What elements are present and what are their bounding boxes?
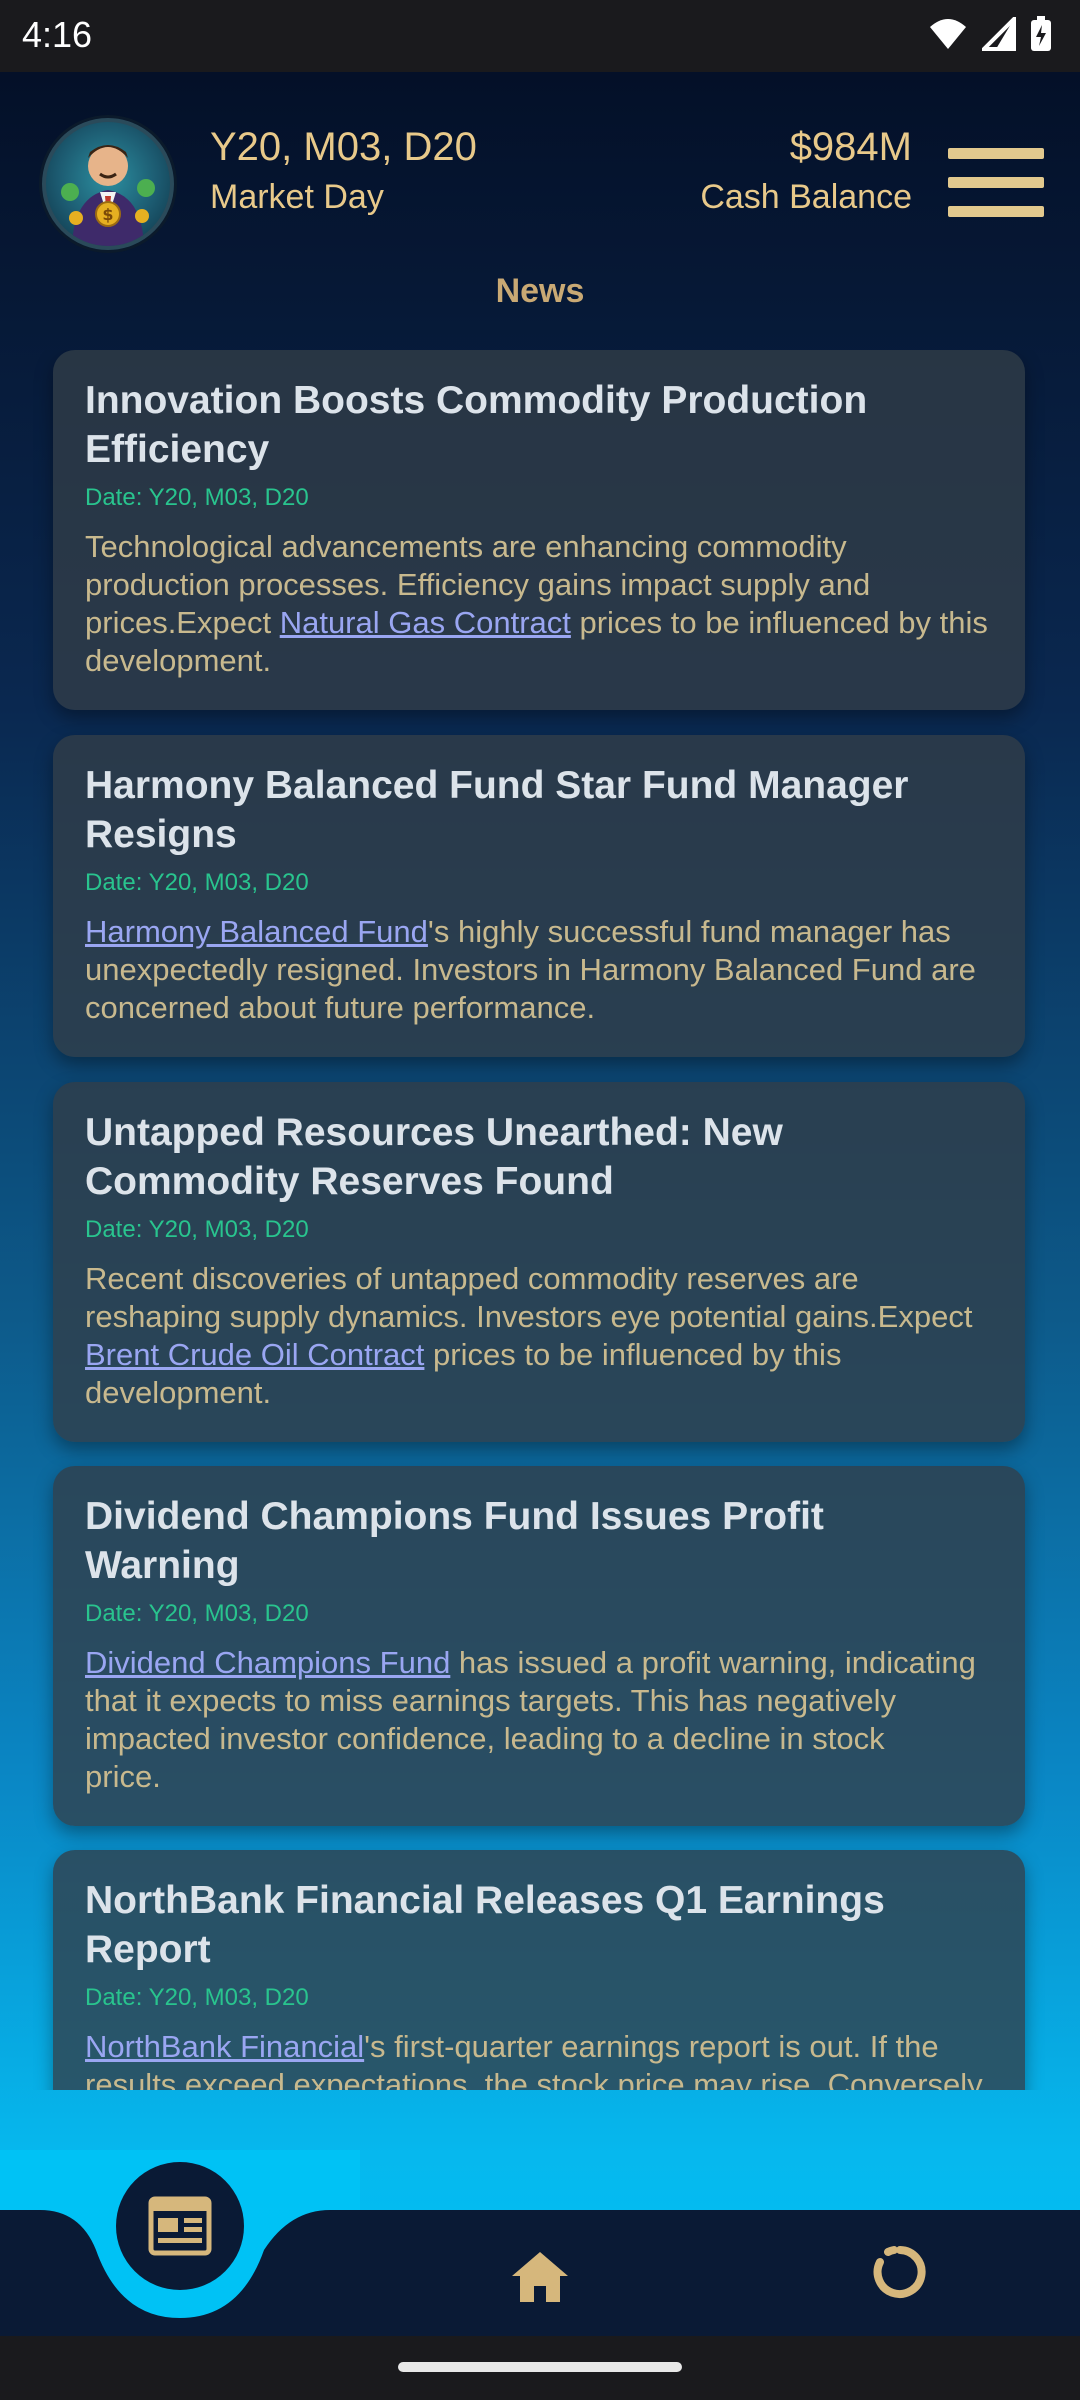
- tycoon-avatar-icon: $: [61, 145, 155, 246]
- svg-text:$: $: [102, 205, 113, 224]
- news-card-body: Harmony Balanced Fund's highly successfu…: [85, 913, 993, 1027]
- news-card-date: Date: Y20, M03, D20: [85, 869, 309, 896]
- news-card-title: Untapped Resources Unearthed: New Commod…: [85, 1108, 993, 1206]
- news-card-title: Harmony Balanced Fund Star Fund Manager …: [85, 761, 993, 859]
- battery-charging-icon: [1031, 16, 1051, 51]
- news-card[interactable]: NorthBank Financial Releases Q1 Earnings…: [53, 1850, 1025, 2090]
- news-body-line: NorthBank Financial's first-quarter earn…: [85, 2028, 993, 2066]
- home-tab-button[interactable]: [508, 2246, 572, 2306]
- news-body-line: prices.Expect Natural Gas Contract price…: [85, 604, 993, 642]
- news-card-title: NorthBank Financial Releases Q1 Earnings…: [85, 1876, 993, 1974]
- news-body-line: reshaping supply dynamics. Investors eye…: [85, 1299, 973, 1334]
- asset-link[interactable]: NorthBank Financial: [85, 2029, 364, 2064]
- news-body-text: prices.Expect: [85, 605, 280, 640]
- news-card-date: Date: Y20, M03, D20: [85, 1600, 309, 1627]
- news-body-line: Recent discoveries of untapped commodity…: [85, 1261, 859, 1296]
- market-date-block: Y20, M03, D20 Market Day: [210, 124, 477, 218]
- home-gesture-handle[interactable]: [398, 2362, 682, 2372]
- news-card-body: Recent discoveries of untapped commodity…: [85, 1260, 993, 1412]
- news-body-line: Harmony Balanced Fund's highly successfu…: [85, 913, 993, 951]
- loader-icon: [873, 2246, 926, 2298]
- news-list[interactable]: Innovation Boosts Commodity Production E…: [0, 350, 1080, 2090]
- cash-balance-label: Cash Balance: [700, 178, 912, 216]
- asset-link[interactable]: Dividend Champions Fund: [85, 1645, 450, 1680]
- asset-link[interactable]: Brent Crude Oil Contract: [85, 1337, 424, 1372]
- cash-amount: $984M: [789, 125, 912, 169]
- asset-link[interactable]: Harmony Balanced Fund: [85, 914, 428, 949]
- news-card-body: Technological advancements are enhancing…: [85, 528, 993, 680]
- hamburger-icon-bar-bottom: [948, 206, 1044, 217]
- market-date: Y20, M03, D20: [210, 125, 477, 169]
- news-body-text: 's highly successful fund manager has: [427, 914, 951, 949]
- section-title: News: [495, 272, 585, 310]
- news-card[interactable]: Untapped Resources Unearthed: New Commod…: [53, 1082, 1025, 1442]
- news-title-line: Innovation Boosts Commodity Production: [85, 379, 868, 422]
- news-body-line: impacted investor confidence, leading to…: [85, 1721, 885, 1756]
- status-bar: 4:16: [0, 0, 1080, 72]
- news-body-line: development.: [85, 643, 272, 678]
- market-day-label: Market Day: [210, 178, 384, 216]
- news-title-line: Warning: [85, 1544, 240, 1587]
- news-body-text: has issued a profit warning, indicating: [450, 1645, 976, 1680]
- header: $ Y20, M03, D20 Market Day $984M Cash Ba…: [0, 72, 1080, 282]
- news-title-line: Harmony Balanced Fund Star Fund Manager: [85, 764, 909, 807]
- news-card[interactable]: Dividend Champions Fund Issues Profit Wa…: [53, 1466, 1025, 1826]
- news-title-line: Resigns: [85, 813, 237, 856]
- news-body-text: prices to be influenced by this: [424, 1337, 842, 1372]
- news-title-line: Dividend Champions Fund Issues Profit: [85, 1495, 824, 1538]
- hamburger-icon-bar-middle: [948, 177, 1044, 188]
- news-card-body: Dividend Champions Fund has issued a pro…: [85, 1644, 993, 1796]
- news-card-date: Date: Y20, M03, D20: [85, 484, 309, 511]
- news-card-date: Date: Y20, M03, D20: [85, 1216, 309, 1243]
- news-icon: [148, 2196, 212, 2256]
- app-screen: $ Y20, M03, D20 Market Day $984M Cash Ba…: [0, 72, 1080, 2336]
- news-title-line: Untapped Resources Unearthed: New: [85, 1111, 783, 1154]
- menu-button[interactable]: [948, 148, 1044, 218]
- news-body-line: unexpectedly resigned. Investors in Harm…: [85, 952, 976, 987]
- news-title-line: Efficiency: [85, 428, 270, 471]
- hamburger-icon-bar-top: [948, 148, 1044, 159]
- wifi-icon: [930, 19, 966, 49]
- news-body-line: concerned about future performance.: [85, 990, 596, 1025]
- avatar[interactable]: $: [42, 118, 174, 250]
- news-body-line: development.: [85, 1375, 272, 1410]
- news-body-line: production processes. Efficiency gains i…: [85, 567, 871, 602]
- asset-link[interactable]: Natural Gas Contract: [280, 605, 571, 640]
- news-card[interactable]: Harmony Balanced Fund Star Fund Manager …: [53, 735, 1025, 1057]
- news-card-date: Date: Y20, M03, D20: [85, 1984, 309, 2011]
- progress-tab-button[interactable]: [872, 2244, 928, 2300]
- news-body-line: Brent Crude Oil Contract prices to be in…: [85, 1336, 993, 1374]
- news-card-title: Dividend Champions Fund Issues Profit Wa…: [85, 1492, 993, 1590]
- news-card-body: NorthBank Financial's first-quarter earn…: [85, 2028, 993, 2090]
- news-body-text: 's first-quarter earnings report is out.…: [364, 2029, 939, 2064]
- status-time: 4:16: [22, 14, 93, 55]
- news-body-text: prices to be influenced by this: [570, 605, 988, 640]
- news-body-line: Technological advancements are enhancing…: [85, 529, 847, 564]
- status-icons: [928, 16, 1052, 52]
- news-card[interactable]: Innovation Boosts Commodity Production E…: [53, 350, 1025, 710]
- news-body-line: results exceed expectations, the stock p…: [85, 2067, 983, 2090]
- news-body-line: price.: [85, 1759, 161, 1794]
- news-title-line: Report: [85, 1928, 211, 1971]
- home-icon: [512, 2252, 568, 2302]
- gesture-bar: [0, 2336, 1080, 2400]
- cash-block: $984M Cash Balance: [700, 124, 912, 218]
- news-card-title: Innovation Boosts Commodity Production E…: [85, 376, 993, 474]
- news-tab-button[interactable]: [116, 2162, 244, 2290]
- news-title-line: Commodity Reserves Found: [85, 1160, 614, 1203]
- news-title-line: NorthBank Financial Releases Q1 Earnings: [85, 1879, 885, 1922]
- news-body-line: Dividend Champions Fund has issued a pro…: [85, 1644, 993, 1682]
- signal-icon: [982, 17, 1016, 51]
- news-body-line: that it expects to miss earnings targets…: [85, 1683, 896, 1718]
